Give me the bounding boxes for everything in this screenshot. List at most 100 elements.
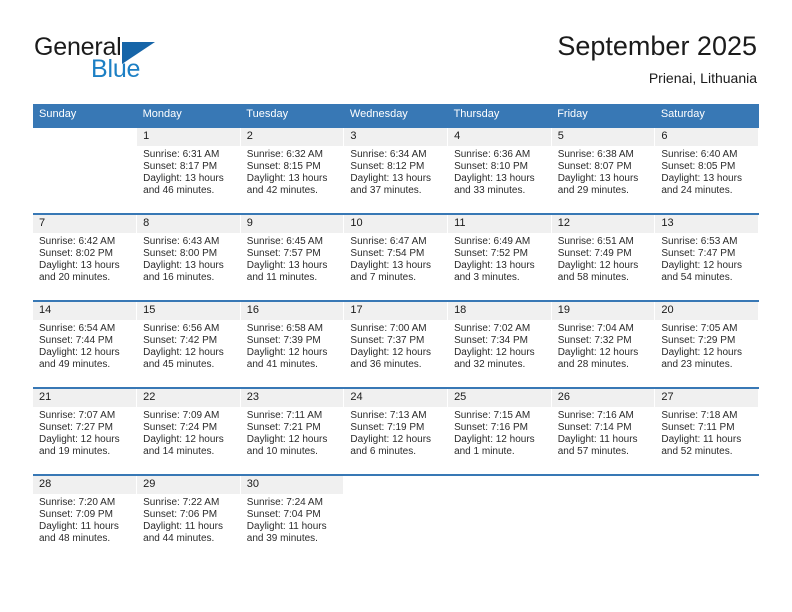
calendar-day-cell[interactable]: 29 Sunrise: 7:22 AM Sunset: 7:06 PM Dayligh… — [136, 474, 241, 561]
day-number: 5 — [551, 128, 655, 146]
day-number: 28 — [33, 476, 137, 494]
general-blue-logo[interactable]: General Blue — [34, 33, 264, 89]
daylight-duration-line1: Daylight: 12 hours — [246, 434, 328, 446]
day-details: Sunrise: 7:07 AM Sunset: 7:27 PM Daylight:… — [33, 407, 136, 458]
weekday-header-monday: Monday — [136, 104, 241, 127]
sunset-time: Sunset: 7:29 PM — [661, 335, 736, 347]
day-details: Sunrise: 7:11 AM Sunset: 7:21 PM Daylight:… — [241, 407, 344, 458]
calendar-day-cell[interactable]: 18 Sunrise: 7:02 AM Sunset: 7:34 PM Dayligh… — [447, 300, 552, 388]
sunrise-time: Sunrise: 7:20 AM — [39, 497, 116, 508]
daylight-duration-line1: Daylight: 12 hours — [661, 260, 742, 272]
day-details: Sunrise: 6:47 AM Sunset: 7:54 PM Daylight:… — [344, 233, 447, 284]
calendar-day-cell[interactable]: 14 Sunrise: 6:54 AM Sunset: 7:44 PM Dayligh… — [33, 300, 138, 388]
sunset-time: Sunset: 7:52 PM — [454, 248, 528, 260]
calendar-day-cell[interactable]: 11 Sunrise: 6:49 AM Sunset: 7:52 PM Dayligh… — [447, 213, 552, 301]
sunset-time: Sunset: 7:27 PM — [39, 422, 113, 434]
sunrise-time: Sunrise: 6:40 AM — [661, 149, 738, 160]
calendar-day-cell[interactable]: 30 Sunrise: 7:24 AM Sunset: 7:04 PM Dayligh… — [240, 474, 345, 561]
day-cell-inner: 3 Sunrise: 6:34 AM Sunset: 8:12 PM Daylight… — [344, 128, 448, 213]
sunrise-time: Sunrise: 6:45 AM — [246, 236, 323, 247]
calendar-day-cell[interactable]: 16 Sunrise: 6:58 AM Sunset: 7:39 PM Dayligh… — [240, 300, 345, 388]
sunset-time: Sunset: 7:11 PM — [661, 422, 735, 434]
sunrise-time: Sunrise: 6:32 AM — [246, 149, 323, 160]
day-number: 7 — [33, 215, 137, 233]
daylight-duration-line2: and 6 minutes. — [350, 446, 417, 458]
sunrise-time: Sunrise: 7:09 AM — [143, 410, 220, 421]
calendar-day-cell[interactable]: 4 Sunrise: 6:36 AM Sunset: 8:10 PM Daylight… — [447, 126, 552, 214]
daylight-duration-line2: and 14 minutes. — [143, 446, 215, 458]
daylight-duration-line2: and 57 minutes. — [557, 446, 629, 458]
calendar-week-row: 28 Sunrise: 7:20 AM Sunset: 7:09 PM Dayligh… — [33, 474, 759, 561]
day-details: Sunrise: 6:43 AM Sunset: 8:00 PM Daylight:… — [137, 233, 240, 284]
calendar-day-cell[interactable]: 20 Sunrise: 7:05 AM Sunset: 7:29 PM Dayligh… — [654, 300, 759, 388]
calendar-day-cell[interactable]: 7 Sunrise: 6:42 AM Sunset: 8:02 PM Daylight… — [33, 213, 138, 301]
calendar-day-cell[interactable]: 21 Sunrise: 7:07 AM Sunset: 7:27 PM Dayligh… — [33, 387, 138, 475]
calendar-day-cell[interactable]: 26 Sunrise: 7:16 AM Sunset: 7:14 PM Dayligh… — [551, 387, 656, 475]
day-details: Sunrise: 6:40 AM Sunset: 8:05 PM Daylight:… — [655, 146, 758, 197]
calendar-day-cell[interactable]: 24 Sunrise: 7:13 AM Sunset: 7:19 PM Dayligh… — [343, 387, 449, 475]
day-cell-inner — [33, 128, 137, 213]
calendar-day-cell[interactable]: 12 Sunrise: 6:51 AM Sunset: 7:49 PM Dayligh… — [551, 213, 656, 301]
daylight-duration-line1: Daylight: 13 hours — [143, 173, 224, 185]
daylight-duration-line2: and 28 minutes. — [557, 359, 629, 371]
sunset-time: Sunset: 8:15 PM — [246, 161, 321, 173]
day-number: 8 — [137, 215, 240, 233]
day-details: Sunrise: 6:56 AM Sunset: 7:42 PM Daylight:… — [137, 320, 240, 371]
day-details: Sunrise: 7:20 AM Sunset: 7:09 PM Daylight:… — [33, 494, 136, 545]
sunrise-time: Sunrise: 6:42 AM — [39, 236, 116, 247]
daylight-duration-line1: Daylight: 12 hours — [39, 434, 120, 446]
daylight-duration-line1: Daylight: 13 hours — [350, 173, 432, 185]
page-subtitle: Prienai, Lithuania — [648, 70, 757, 86]
calendar-day-cell[interactable]: 1 Sunrise: 6:31 AM Sunset: 8:17 PM Daylight… — [136, 126, 241, 214]
daylight-duration-line1: Daylight: 13 hours — [246, 260, 328, 272]
daylight-duration-line1: Daylight: 12 hours — [350, 434, 432, 446]
calendar-day-cell[interactable]: 3 Sunrise: 6:34 AM Sunset: 8:12 PM Daylight… — [343, 126, 449, 214]
day-cell-inner: 19 Sunrise: 7:04 AM Sunset: 7:32 PM Dayligh… — [551, 302, 655, 387]
sunrise-time: Sunrise: 6:58 AM — [246, 323, 323, 334]
day-number: 22 — [137, 389, 240, 407]
sunrise-time: Sunrise: 7:24 AM — [246, 497, 323, 508]
sunset-time: Sunset: 8:02 PM — [39, 248, 113, 260]
calendar-day-cell[interactable]: 22 Sunrise: 7:09 AM Sunset: 7:24 PM Dayligh… — [136, 387, 241, 475]
calendar-day-cell[interactable]: 9 Sunrise: 6:45 AM Sunset: 7:57 PM Daylight… — [240, 213, 345, 301]
day-details: Sunrise: 6:31 AM Sunset: 8:17 PM Daylight:… — [137, 146, 240, 197]
daylight-duration-line2: and 49 minutes. — [39, 359, 111, 371]
day-number — [33, 128, 137, 146]
day-number: 24 — [344, 389, 448, 407]
day-details: Sunrise: 6:51 AM Sunset: 7:49 PM Daylight:… — [552, 233, 655, 284]
sunrise-time: Sunrise: 6:36 AM — [454, 149, 531, 160]
sunset-time: Sunset: 7:24 PM — [143, 422, 218, 434]
calendar-day-cell[interactable]: 19 Sunrise: 7:04 AM Sunset: 7:32 PM Dayligh… — [551, 300, 656, 388]
page-header: General Blue September 2025 Prienai, Lit… — [0, 0, 792, 104]
day-cell-inner: 6 Sunrise: 6:40 AM Sunset: 8:05 PM Daylight… — [655, 128, 758, 213]
day-number: 29 — [137, 476, 240, 494]
calendar-day-cell[interactable]: 13 Sunrise: 6:53 AM Sunset: 7:47 PM Dayligh… — [654, 213, 759, 301]
calendar-day-cell[interactable]: 10 Sunrise: 6:47 AM Sunset: 7:54 PM Dayligh… — [343, 213, 449, 301]
calendar-day-cell[interactable]: 2 Sunrise: 6:32 AM Sunset: 8:15 PM Daylight… — [240, 126, 345, 214]
sunset-time: Sunset: 7:44 PM — [39, 335, 113, 347]
calendar-day-cell[interactable]: 6 Sunrise: 6:40 AM Sunset: 8:05 PM Daylight… — [654, 126, 759, 214]
sunset-time: Sunset: 7:19 PM — [350, 422, 425, 434]
sunset-time: Sunset: 7:42 PM — [143, 335, 218, 347]
daylight-duration-line2: and 20 minutes. — [39, 272, 111, 284]
day-details: Sunrise: 6:54 AM Sunset: 7:44 PM Daylight:… — [33, 320, 136, 371]
calendar-day-cell[interactable]: 17 Sunrise: 7:00 AM Sunset: 7:37 PM Dayligh… — [343, 300, 449, 388]
calendar-day-cell[interactable]: 25 Sunrise: 7:15 AM Sunset: 7:16 PM Dayligh… — [447, 387, 552, 475]
daylight-duration-line1: Daylight: 12 hours — [454, 434, 535, 446]
calendar-day-cell[interactable]: 5 Sunrise: 6:38 AM Sunset: 8:07 PM Daylight… — [551, 126, 656, 214]
day-details: Sunrise: 6:34 AM Sunset: 8:12 PM Daylight:… — [344, 146, 447, 197]
daylight-duration-line2: and 54 minutes. — [661, 272, 733, 284]
calendar-day-cell[interactable]: 28 Sunrise: 7:20 AM Sunset: 7:09 PM Dayligh… — [33, 474, 138, 561]
calendar-day-cell[interactable]: 8 Sunrise: 6:43 AM Sunset: 8:00 PM Daylight… — [136, 213, 241, 301]
daylight-duration-line1: Daylight: 11 hours — [143, 521, 223, 533]
daylight-duration-line1: Daylight: 12 hours — [350, 347, 432, 359]
day-cell-inner: 20 Sunrise: 7:05 AM Sunset: 7:29 PM Dayligh… — [655, 302, 758, 387]
day-cell-inner: 11 Sunrise: 6:49 AM Sunset: 7:52 PM Dayligh… — [448, 215, 551, 300]
calendar-day-cell[interactable]: 27 Sunrise: 7:18 AM Sunset: 7:11 PM Dayligh… — [654, 387, 759, 475]
weekday-header-saturday: Saturday — [654, 104, 759, 127]
calendar-day-cell[interactable]: 15 Sunrise: 6:56 AM Sunset: 7:42 PM Dayligh… — [136, 300, 241, 388]
calendar-day-cell[interactable]: 23 Sunrise: 7:11 AM Sunset: 7:21 PM Dayligh… — [240, 387, 345, 475]
sunrise-time: Sunrise: 6:38 AM — [557, 149, 634, 160]
daylight-duration-line2: and 1 minute. — [454, 446, 515, 458]
day-cell-inner: 27 Sunrise: 7:18 AM Sunset: 7:11 PM Dayligh… — [655, 389, 758, 474]
